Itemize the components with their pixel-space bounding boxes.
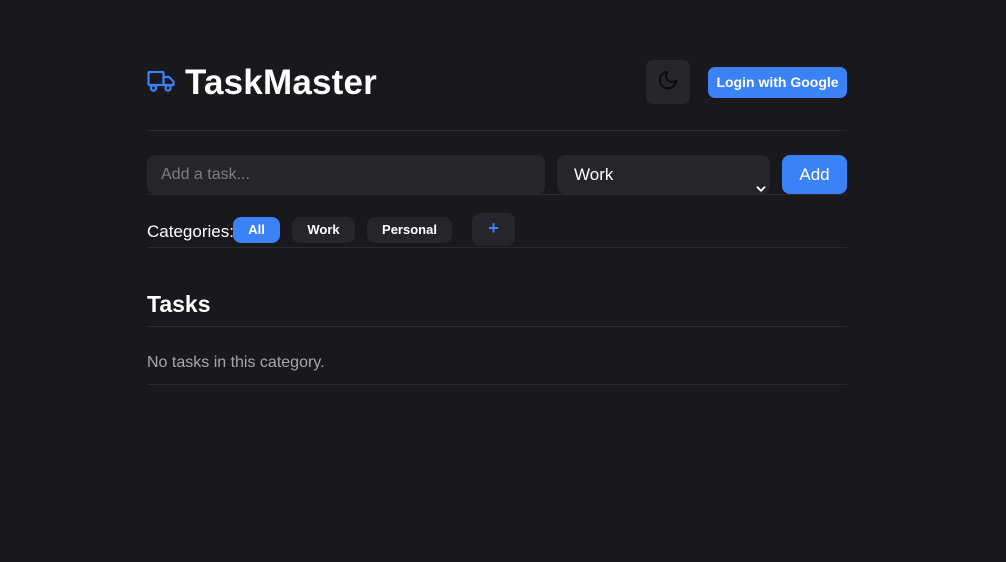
chevron-down-icon — [756, 169, 766, 192]
category-select-value: Work — [574, 165, 614, 184]
add-task-button[interactable]: Add — [782, 155, 847, 194]
category-chip-work[interactable]: Work — [292, 217, 355, 243]
category-select[interactable]: Work — [557, 155, 770, 194]
category-chip-personal[interactable]: Personal — [367, 217, 452, 243]
tasks-heading: Tasks — [147, 291, 211, 317]
header: TaskMaster Login with Google — [147, 58, 847, 108]
empty-tasks-message: No tasks in this category. — [147, 354, 325, 371]
app-title: TaskMaster — [185, 63, 378, 102]
categories-divider — [147, 247, 847, 248]
truck-icon — [147, 69, 175, 93]
tasks-heading-divider — [147, 326, 847, 327]
theme-toggle-button[interactable] — [646, 60, 690, 104]
moon-icon — [657, 69, 679, 96]
add-category-button[interactable]: + — [472, 213, 515, 246]
tasks-list-divider — [147, 384, 847, 385]
categories-label: Categories: — [147, 222, 234, 241]
login-with-google-button[interactable]: Login with Google — [708, 67, 847, 98]
input-divider — [147, 194, 847, 195]
category-chip-all[interactable]: All — [233, 217, 280, 243]
task-input[interactable]: Add a task... — [147, 155, 545, 194]
header-divider — [147, 130, 847, 131]
